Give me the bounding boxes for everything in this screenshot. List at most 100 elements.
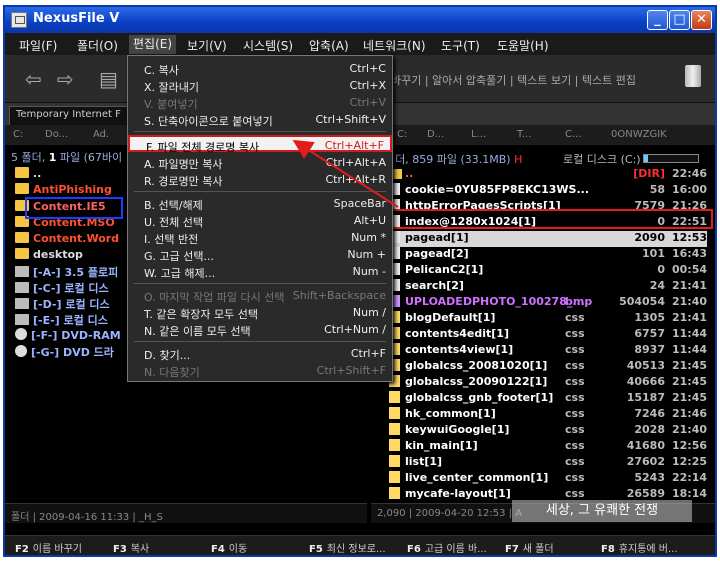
- table-row[interactable]: pagead[2] 101 16:43: [389, 247, 707, 263]
- f7-new-folder-button[interactable]: F7 새 폴더: [505, 540, 554, 555]
- menu-help[interactable]: 도움말(H): [497, 37, 549, 54]
- list-item[interactable]: ..: [15, 167, 41, 183]
- menu-item-reselect-last[interactable]: O. 마지막 작업 파일 다시 선택 Shift+Backspace: [128, 287, 392, 304]
- trash-icon[interactable]: [685, 65, 701, 87]
- menu-item-shortcut: Ctrl+Shift+F: [316, 364, 386, 377]
- menu-item-copy-filename[interactable]: A. 파일명만 복사 Ctrl+Alt+A: [128, 154, 392, 171]
- table-row-selected[interactable]: pagead[1] 2090 12:53: [389, 231, 707, 247]
- menu-item-cut[interactable]: X. 잘라내기 Ctrl+X: [128, 77, 392, 94]
- menu-separator: [134, 341, 386, 342]
- file-name: pagead[1]: [405, 231, 469, 244]
- table-row[interactable]: search[2] 24 21:41: [389, 279, 707, 295]
- menu-item-paste[interactable]: V. 붙여넣기 Ctrl+V: [128, 94, 392, 111]
- menu-network[interactable]: 네트워크(N): [363, 37, 426, 54]
- menu-item-select-all[interactable]: U. 전체 선택 Alt+U: [128, 212, 392, 229]
- table-row[interactable]: keywuiGoogle[1] css 2028 21:40: [389, 423, 707, 439]
- list-item[interactable]: [-E-] 로컬 디스: [15, 312, 108, 328]
- menu-folder[interactable]: 폴더(O): [77, 37, 118, 54]
- menu-item-find[interactable]: D. 찾기... Ctrl+F: [128, 345, 392, 362]
- table-row[interactable]: cookie=0YU85FP8EKC13WS... 58 16:00: [389, 183, 707, 199]
- menu-tools[interactable]: 도구(T): [441, 37, 480, 54]
- right-path-seg[interactable]: D...: [427, 129, 444, 140]
- left-path-seg[interactable]: Ad.: [93, 129, 109, 140]
- list-item[interactable]: desktop: [15, 248, 83, 264]
- menu-item-copy-path[interactable]: R. 경로명만 복사 Ctrl+Alt+R: [128, 171, 392, 188]
- menu-item-copy[interactable]: C. 복사 Ctrl+C: [128, 60, 392, 77]
- menu-item-find-next[interactable]: N. 다음찾기 Ctrl+Shift+F: [128, 362, 392, 379]
- right-path-seg[interactable]: C...: [565, 129, 582, 140]
- left-path-seg[interactable]: C:: [13, 129, 23, 140]
- forward-icon[interactable]: ⇨: [57, 67, 74, 91]
- table-row[interactable]: blogDefault[1] css 1305 21:41: [389, 311, 707, 327]
- menu-item-copy-full-path[interactable]: F. 파일 전체 경로명 복사 Ctrl+Alt+F: [128, 135, 392, 154]
- list-item[interactable]: [-A-] 3.5 플로피: [15, 264, 118, 280]
- minimize-button[interactable]: _: [647, 10, 668, 30]
- f4-move-button[interactable]: F4 이동: [211, 540, 247, 555]
- menu-separator: [134, 191, 386, 192]
- table-row[interactable]: list[1] css 27602 12:25: [389, 455, 707, 471]
- menu-item-advanced-deselect[interactable]: W. 고급 해제... Num -: [128, 263, 392, 280]
- file-time: 21:40: [671, 423, 707, 436]
- menu-item-toggle-select[interactable]: B. 선택/해제 SpaceBar: [128, 195, 392, 212]
- table-row[interactable]: kin_main[1] css 41680 12:56: [389, 439, 707, 455]
- right-path-seg[interactable]: T...: [517, 129, 531, 140]
- file-time: 21:41: [671, 311, 707, 324]
- toolbar-labels[interactable]: 바꾸기 | 알아서 압축풀기 | 텍스트 보기 | 텍스트 편집: [391, 72, 636, 88]
- fkey: F7: [505, 544, 519, 555]
- menu-item-select-same-ext[interactable]: T. 같은 확장자 모두 선택 Num /: [128, 304, 392, 321]
- menu-item-advanced-select[interactable]: G. 고급 선택... Num +: [128, 246, 392, 263]
- menu-item-select-same-name[interactable]: N. 같은 이름 모두 선택 Ctrl+Num /: [128, 321, 392, 338]
- table-row[interactable]: live_center_common[1] css 5243 22:14: [389, 471, 707, 487]
- f3-copy-button[interactable]: F3 복사: [113, 540, 149, 555]
- table-row[interactable]: .. [DIR] 22:46: [389, 167, 707, 183]
- maximize-button[interactable]: □: [669, 10, 690, 30]
- menu-item-invert-selection[interactable]: I. 선택 반전 Num *: [128, 229, 392, 246]
- menu-file[interactable]: 파일(F): [19, 37, 57, 54]
- table-row[interactable]: globalcss_gnb_footer[1] css 15187 21:45: [389, 391, 707, 407]
- table-row[interactable]: contents4edit[1] css 6757 11:44: [389, 327, 707, 343]
- fkey-label: 고급 이름 바...: [424, 544, 487, 555]
- table-row[interactable]: PelicanC2[1] 0 00:54: [389, 263, 707, 279]
- right-path-seg[interactable]: L...: [471, 129, 486, 140]
- table-row[interactable]: hk_common[1] css 7246 21:46: [389, 407, 707, 423]
- watermark: 세상, 그 유쾌한 전쟁: [512, 500, 692, 522]
- left-path-seg[interactable]: Do...: [45, 129, 68, 140]
- right-pane[interactable]: C: D... L... T... C... 0ONWZGIK 폴더, 859 …: [371, 103, 715, 535]
- list-item[interactable]: [-C-] 로컬 디스: [15, 280, 109, 296]
- table-row[interactable]: contents4view[1] css 8937 11:44: [389, 343, 707, 359]
- f5-refresh-button[interactable]: F5 최신 정보로...: [309, 540, 386, 555]
- menu-item-label: G. 고급 선택...: [144, 250, 214, 263]
- menu-item-paste-shortcut[interactable]: S. 단축아이콘으로 붙여넣기 Ctrl+Shift+V: [128, 111, 392, 128]
- right-path-seg[interactable]: 0ONWZGIK: [611, 129, 667, 140]
- css-file-icon: [389, 471, 400, 483]
- list-item[interactable]: [-G-] DVD 드라: [15, 344, 114, 360]
- menu-item-shortcut: Ctrl+F: [350, 347, 386, 360]
- file-name: UPLOADEDPHOTO_100278_...: [405, 295, 585, 308]
- file-name: cookie=0YU85FP8EKC13WS...: [405, 183, 590, 196]
- menu-edit[interactable]: 편집(E): [129, 35, 177, 54]
- close-button[interactable]: ✕: [691, 10, 712, 30]
- drive-icon[interactable]: ▤: [99, 67, 118, 91]
- back-icon[interactable]: ⇦: [25, 67, 42, 91]
- item-label: [-C-] 로컬 디스: [33, 282, 109, 295]
- list-item[interactable]: [-F-] DVD-RAM: [15, 328, 121, 344]
- f8-trash-button[interactable]: F8 휴지통에 버...: [601, 540, 678, 555]
- table-row[interactable]: globalcss_20081020[1] css 40513 21:45: [389, 359, 707, 375]
- f6-advanced-rename-button[interactable]: F6 고급 이름 바...: [407, 540, 487, 555]
- right-path-seg[interactable]: C:: [397, 129, 407, 140]
- menu-view[interactable]: 보기(V): [187, 37, 227, 54]
- file-time: 22:14: [671, 471, 707, 484]
- folder-icon: [15, 183, 29, 194]
- list-item[interactable]: Content.Word: [15, 232, 119, 248]
- title-bar[interactable]: NexusFile V _ □ ✕: [5, 7, 715, 33]
- menu-system[interactable]: 시스템(S): [243, 37, 293, 54]
- left-tab[interactable]: Temporary Internet F: [9, 106, 128, 125]
- f2-rename-button[interactable]: F2 이름 바꾸기: [15, 540, 82, 555]
- list-item[interactable]: [-D-] 로컬 디스: [15, 296, 110, 312]
- file-size: 5243: [634, 471, 665, 484]
- menu-compress[interactable]: 압축(A): [309, 37, 349, 54]
- table-row[interactable]: UPLOADEDPHOTO_100278_... bmp 504054 21:40: [389, 295, 707, 311]
- drive-icon: [15, 282, 29, 293]
- table-row[interactable]: globalcss_20090122[1] css 40666 21:45: [389, 375, 707, 391]
- css-file-icon: [389, 391, 400, 403]
